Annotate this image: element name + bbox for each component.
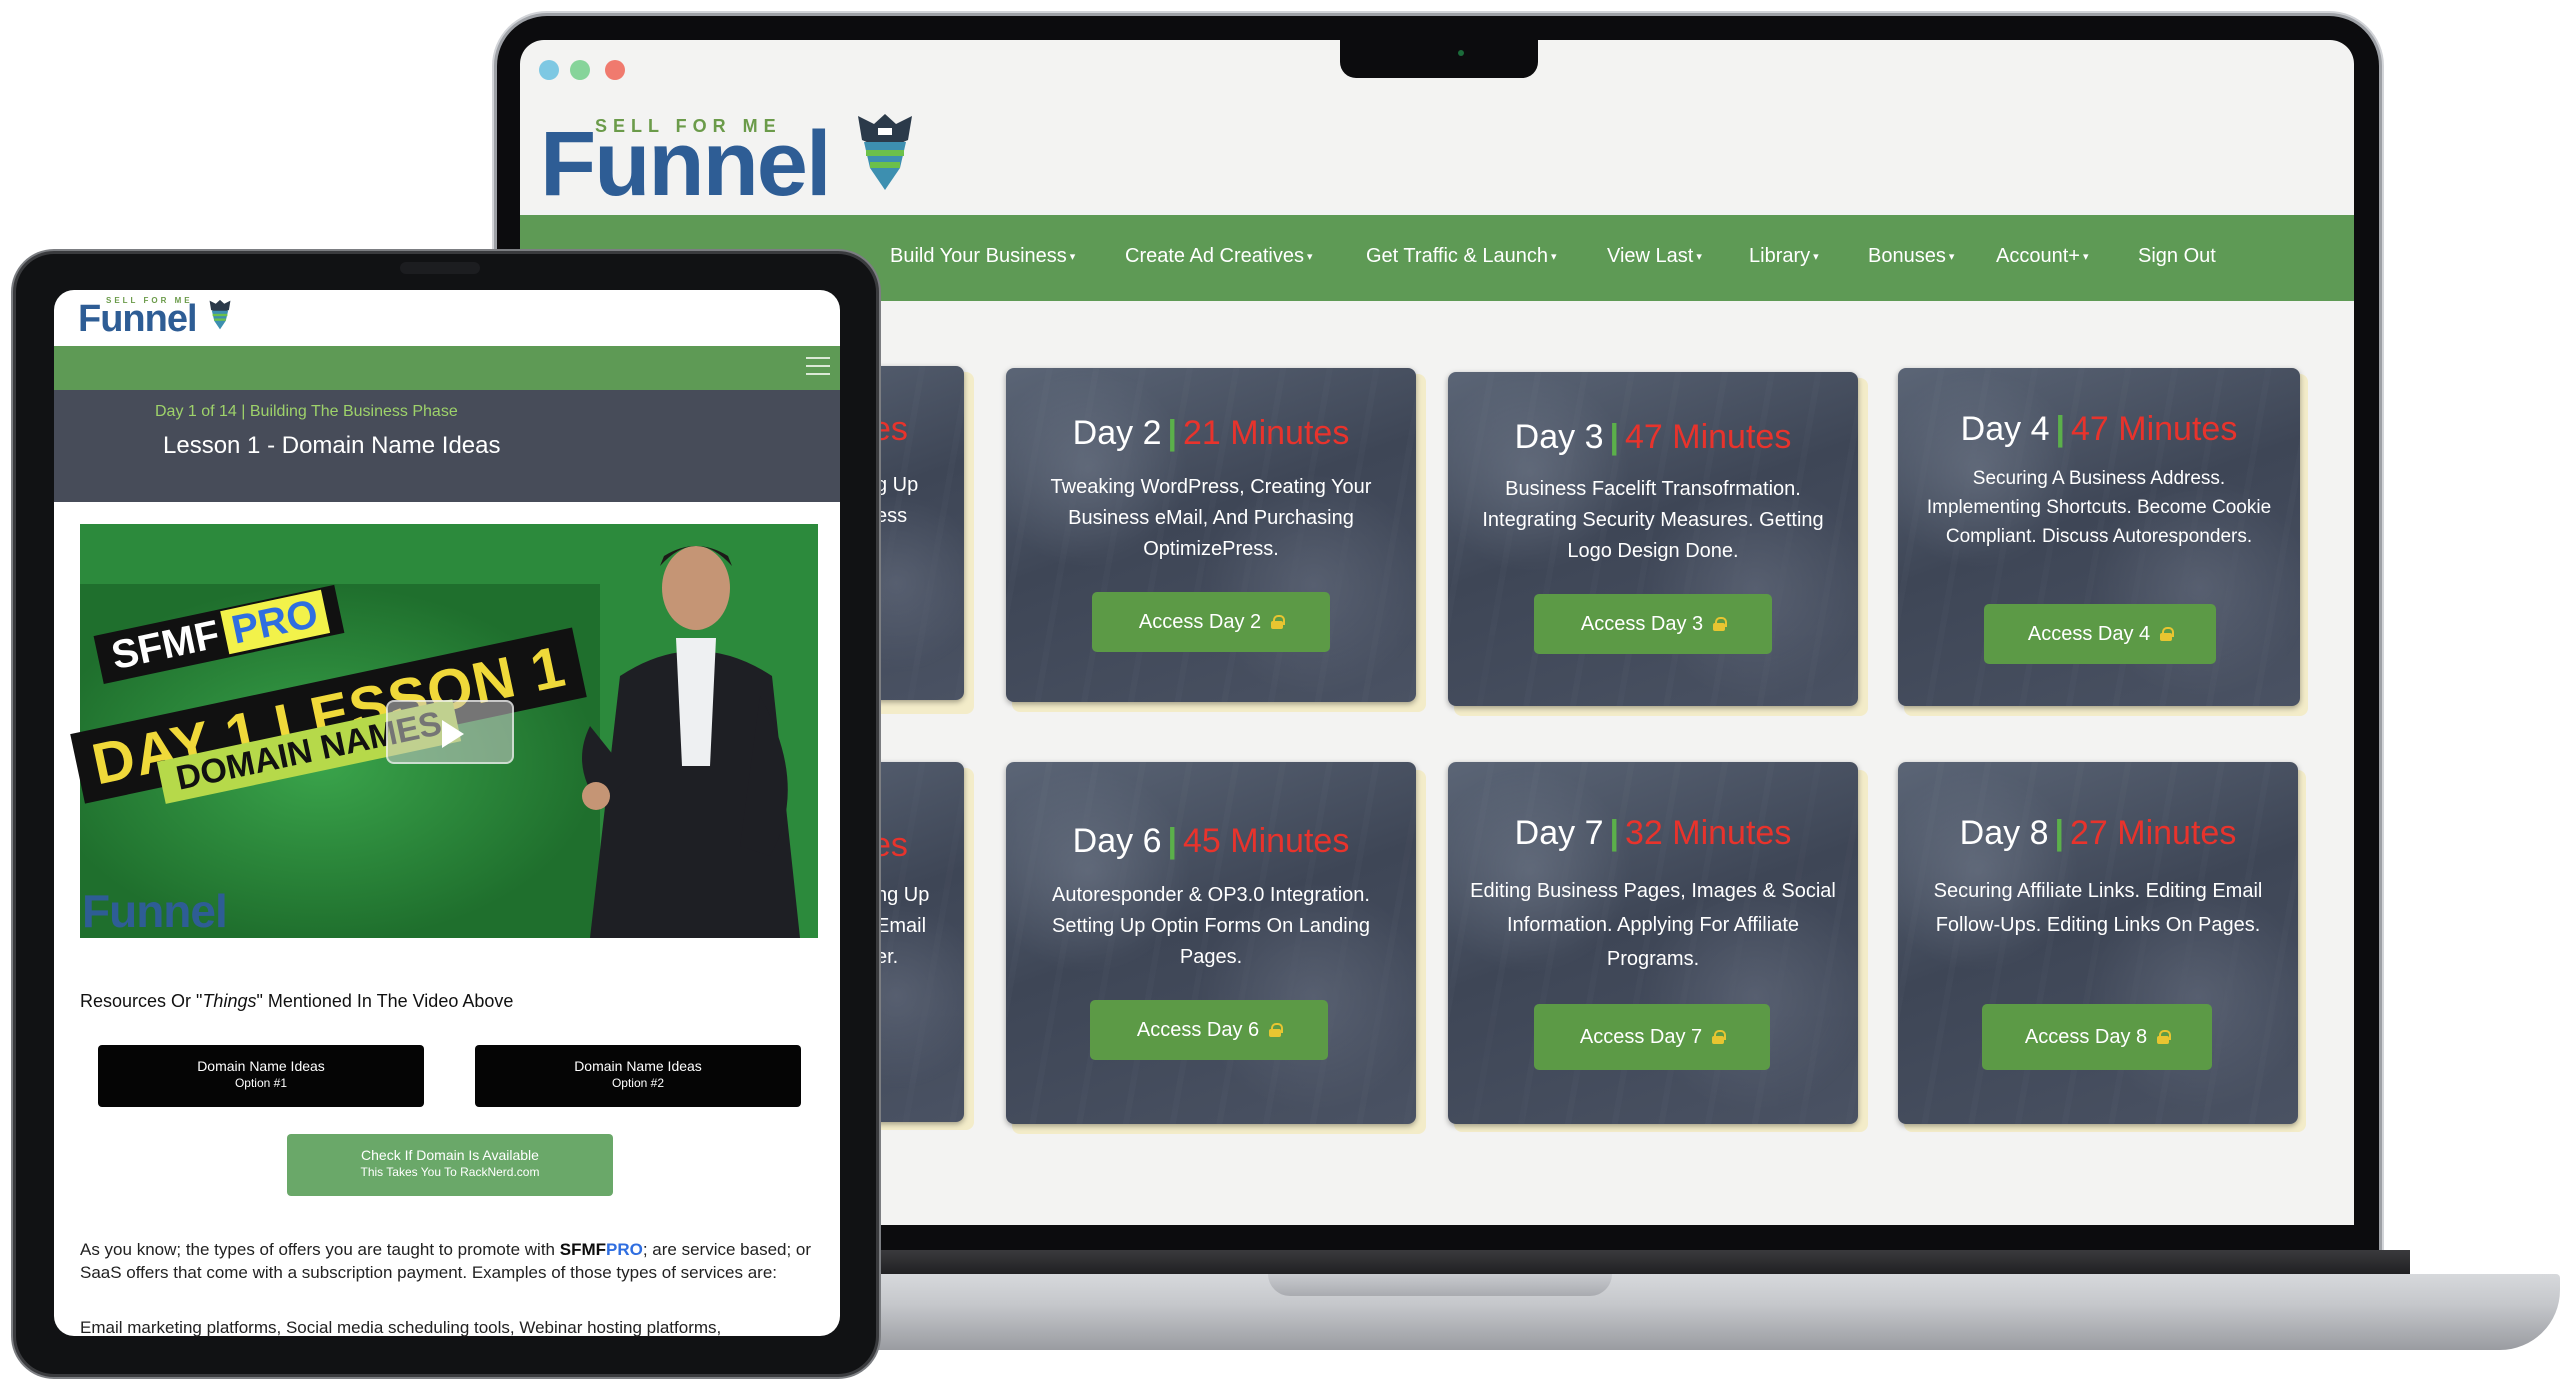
access-day-8-button[interactable]: Access Day 8 — [1982, 1004, 2212, 1070]
day-card-3: Day 3 | 47 Minutes Business Facelift Trans… — [1448, 372, 1858, 706]
card-desc-fragment: er. — [876, 946, 899, 968]
laptop-notch — [1340, 40, 1538, 78]
lock-icon — [1271, 615, 1286, 629]
lock-icon — [2160, 627, 2175, 641]
day-card-2: Day 2 | 21 Minutes Tweaking WordPress, Cre… — [1006, 368, 1416, 702]
day-card-4: Day 4 | 47 Minutes Securing A Business Add… — [1898, 368, 2300, 706]
nav-sign-out[interactable]: Sign Out — [2138, 245, 2216, 268]
card-desc-fragment: ng Up — [876, 884, 930, 906]
access-day-7-button[interactable]: Access Day 7 — [1534, 1004, 1770, 1070]
resources-heading: Resources Or "Things" Mentioned In The V… — [80, 991, 514, 1011]
nav-build-your-business[interactable]: Build Your Business ▾ — [890, 245, 1075, 268]
laptop-thumb-notch — [1268, 1274, 1612, 1296]
card-title: Day 6 | 45 Minutes — [1072, 822, 1350, 860]
card-title: Day 3 | 47 Minutes — [1514, 418, 1792, 456]
card-title: Day 8 | 27 Minutes — [1959, 814, 2237, 852]
lock-icon — [1269, 1023, 1284, 1037]
access-day-3-button[interactable]: Access Day 3 — [1534, 594, 1772, 654]
card-description: Autoresponder & OP3.0 Integration. Setti… — [1052, 884, 1370, 968]
access-day-6-button[interactable]: Access Day 6 — [1090, 1000, 1328, 1060]
card-title: Day 4 | 47 Minutes — [1960, 410, 2238, 448]
tablet-camera — [400, 262, 480, 274]
site-logo[interactable]: SELL FOR ME Funnel — [540, 110, 920, 210]
day-card-8: Day 8 | 27 Minutes Securing Affiliate Link… — [1898, 762, 2298, 1124]
nav-account[interactable]: Account+ ▾ — [1996, 245, 2088, 268]
lock-icon — [2157, 1030, 2172, 1044]
access-day-2-button[interactable]: Access Day 2 — [1092, 592, 1330, 652]
chevron-down-icon: ▾ — [1696, 251, 1702, 264]
chevron-down-icon: ▾ — [1069, 251, 1076, 264]
card-description: Securing Affiliate Links. Editing Email … — [1933, 880, 2263, 936]
camera-icon — [1458, 50, 1464, 56]
chevron-down-icon: ▾ — [1813, 251, 1819, 264]
window-dot-blue[interactable] — [539, 60, 559, 80]
card-desc-fragment: ess — [876, 505, 908, 527]
tablet-nav-bar — [54, 346, 840, 390]
card-desc-fragment: Email — [876, 915, 927, 937]
domain-ideas-option-1-button[interactable]: Domain Name Ideas Option #1 — [98, 1045, 424, 1107]
lock-icon — [1713, 617, 1728, 631]
chevron-down-icon: ▾ — [1550, 251, 1557, 264]
body-paragraph: Email marketing platforms, Social media … — [80, 1318, 722, 1337]
nav-create-ad-creatives[interactable]: Create Ad Creatives ▾ — [1125, 245, 1313, 268]
shield-logo-icon — [209, 299, 231, 330]
body-paragraph: As you know; the types of offers you are… — [80, 1240, 812, 1282]
card-title-fragment: es — [872, 826, 908, 864]
shield-logo-icon — [858, 114, 912, 190]
presenter-image — [582, 546, 800, 938]
card-description: Securing A Business Address. Implementin… — [1926, 468, 2272, 547]
card-description: Business Facelift Transofrmation. Integr… — [1482, 478, 1824, 562]
card-description: Editing Business Pages, Images & Social … — [1470, 880, 1836, 970]
chevron-down-icon: ▾ — [2082, 251, 2089, 264]
breadcrumb: Day 1 of 14 | Building The Business Phas… — [155, 403, 458, 420]
card-desc-fragment: g Up — [876, 474, 919, 496]
logo-wordmark: Funnel — [78, 298, 198, 340]
card-description: Tweaking WordPress, Creating Your Busine… — [1050, 476, 1372, 560]
day-card-7: Day 7 | 32 Minutes Editing Business Pages,… — [1448, 762, 1858, 1124]
window-dot-green[interactable] — [570, 60, 590, 80]
page-title: Lesson 1 - Domain Name Ideas — [163, 432, 501, 459]
tablet-site-logo[interactable]: SELL FOR ME Funnel — [78, 296, 238, 340]
card-title-fragment: es — [872, 410, 908, 448]
chevron-down-icon: ▾ — [1306, 251, 1313, 264]
nav-library[interactable]: Library ▾ — [1749, 245, 1819, 268]
logo-wordmark: Funnel — [540, 113, 832, 215]
lock-icon — [1712, 1030, 1727, 1044]
hamburger-menu-icon[interactable] — [806, 357, 830, 377]
video-watermark-logo: Funnel — [82, 885, 228, 937]
play-button[interactable] — [386, 700, 514, 764]
access-day-4-button[interactable]: Access Day 4 — [1984, 604, 2216, 664]
nav-bonuses[interactable]: Bonuses ▾ — [1868, 245, 1954, 268]
check-domain-button[interactable]: Check If Domain Is Available This Takes … — [287, 1134, 613, 1196]
nav-get-traffic-launch[interactable]: Get Traffic & Launch ▾ — [1366, 245, 1556, 268]
chevron-down-icon: ▾ — [1948, 251, 1955, 264]
domain-ideas-option-2-button[interactable]: Domain Name Ideas Option #2 — [475, 1045, 801, 1107]
card-title: Day 7 | 32 Minutes — [1514, 814, 1792, 852]
nav-view-last[interactable]: View Last ▾ — [1607, 245, 1702, 268]
card-title: Day 2 | 21 Minutes — [1072, 414, 1350, 452]
day-card-6: Day 6 | 45 Minutes Autoresponder & OP3.0 I… — [1006, 762, 1416, 1124]
window-dot-red[interactable] — [605, 60, 625, 80]
